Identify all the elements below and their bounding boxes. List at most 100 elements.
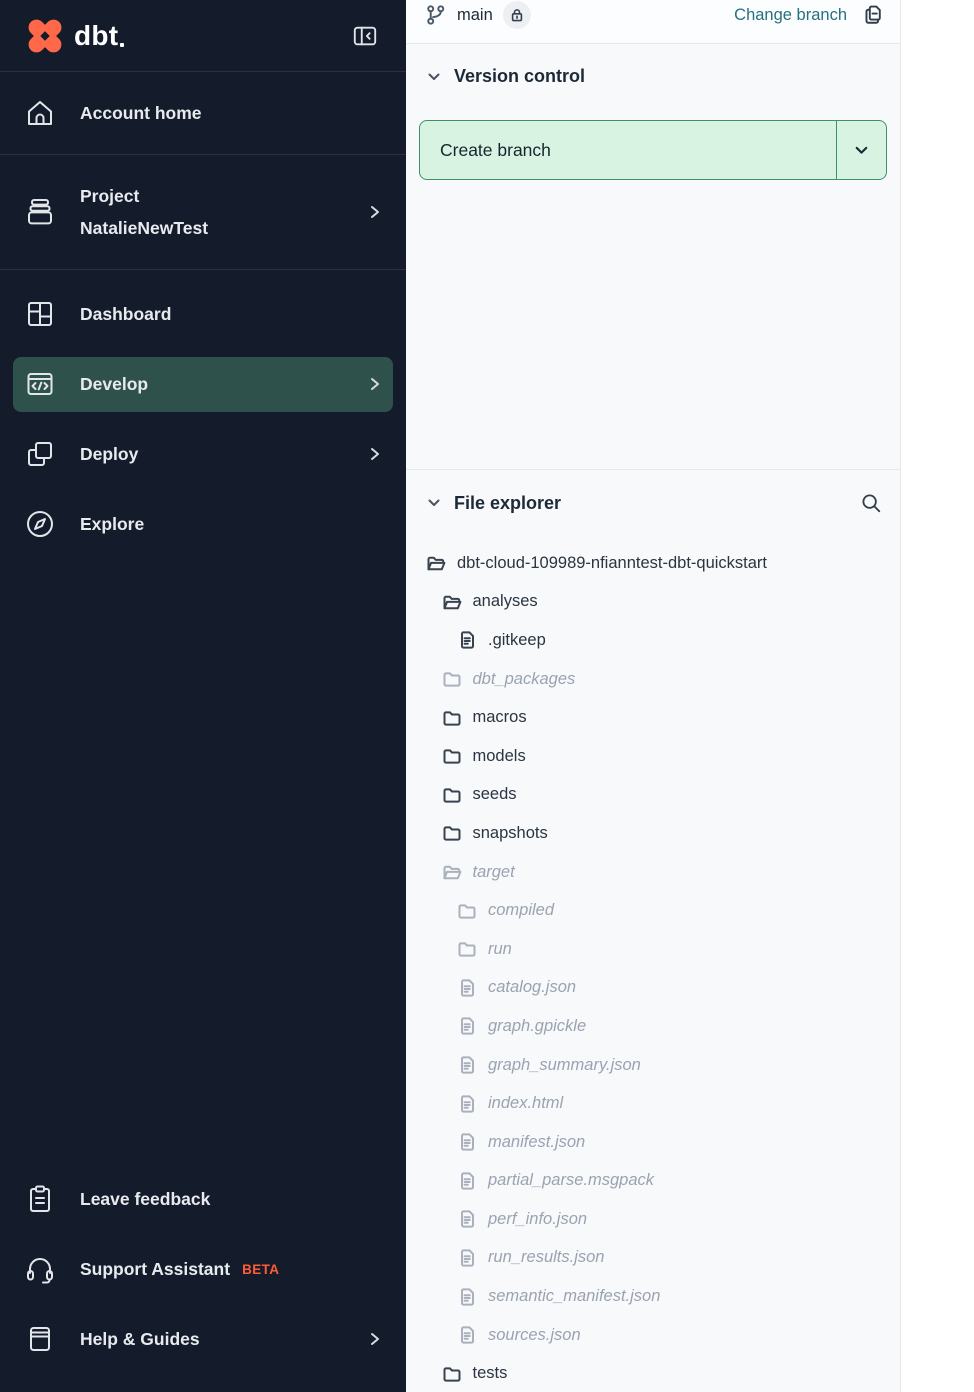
file-explorer-title: File explorer [454,493,561,514]
file-icon [457,1094,477,1114]
deploy-icon [24,438,56,470]
tree-item-label: semantic_manifest.json [488,1287,660,1306]
tree-item-label: tests [473,1364,508,1383]
folder-item-tests[interactable]: tests [406,1354,900,1392]
file-item-run-results-json[interactable]: run_results.json [406,1239,900,1278]
tree-item-label: perf_info.json [488,1210,587,1229]
folder-item-compiled[interactable]: compiled [406,891,900,930]
create-branch-label[interactable]: Create branch [420,121,836,179]
sidebar-footer-nav: Leave feedback Support AssistantBETAHelp … [0,1164,406,1392]
sidebar-item-leave-feedback[interactable]: Leave feedback [0,1164,406,1234]
file-icon [457,1171,477,1191]
folder-item-models[interactable]: models [406,737,900,776]
folder-item-snapshots[interactable]: snapshots [406,814,900,853]
editor-area [901,0,974,1392]
explore-icon [24,508,56,540]
folder-item-macros[interactable]: macros [406,698,900,737]
file-item-partial-parse-msgpack[interactable]: partial_parse.msgpack [406,1162,900,1201]
dbt-logo[interactable]: dbt [24,15,124,57]
file-icon [457,1287,477,1307]
search-icon[interactable] [860,492,882,514]
chevron-down-icon[interactable] [426,495,442,511]
sidebar-spacer [0,559,406,1164]
branch-lock-badge [503,1,531,29]
dbt-logo-text: dbt [74,15,118,57]
chevron-right-icon [368,445,382,463]
tree-item-label: compiled [488,901,554,920]
git-branch-icon [424,0,447,30]
chevron-right-icon [368,203,382,221]
file-item-gitkeep[interactable]: .gitkeep [406,621,900,660]
folder-item-dbt-packages[interactable]: dbt_packages [406,660,900,699]
folder-open-icon [426,553,446,573]
sidebar-item-deploy[interactable]: Deploy [0,419,406,489]
dbt-logo-icon [24,15,66,57]
support-icon [24,1253,56,1285]
sidebar-item-develop[interactable]: Develop [13,357,393,412]
chevron-down-icon [853,142,870,159]
folder-icon [442,823,462,843]
file-item-graph-summary-json[interactable]: graph_summary.json [406,1046,900,1085]
tree-item-label: .gitkeep [488,631,546,650]
file-item-sources-json[interactable]: sources.json [406,1316,900,1355]
sidebar-menu-nav: Dashboard Develop Deploy Explore [0,270,406,559]
sidebar-item-project[interactable]: ProjectNatalieNewTest [0,155,406,270]
tree-item-label: graph.gpickle [488,1017,586,1036]
file-item-index-html[interactable]: index.html [406,1084,900,1123]
tree-item-label: dbt-cloud-109989-nfianntest-dbt-quicksta… [457,554,767,573]
create-branch-button[interactable]: Create branch [419,120,887,180]
file-icon [457,1055,477,1075]
dbt-logo-period [120,43,124,47]
lock-icon [509,7,525,23]
chevron-down-icon[interactable] [426,69,442,85]
file-explorer-section: File explorer dbt-cloud-109989-nfianntes… [406,470,900,1392]
file-icon [457,978,477,998]
sidebar-item-explore[interactable]: Explore [0,489,406,559]
change-branch-link[interactable]: Change branch [734,0,847,30]
file-item-catalog-json[interactable]: catalog.json [406,969,900,1008]
version-control-header[interactable]: Version control [426,66,882,87]
feedback-icon [24,1183,56,1215]
tree-item-label: index.html [488,1094,563,1113]
sidebar-item-help-guides[interactable]: Help & Guides [0,1304,406,1374]
sidebar: dbt Account home ProjectNatalieNewTest Da… [0,0,406,1392]
sidebar-item-label: Deploy [80,438,138,470]
git-bar: main Change branch [406,0,900,44]
file-icon [457,1016,477,1036]
copy-branch-icon[interactable] [861,0,884,30]
collapse-sidebar-icon[interactable] [352,23,378,49]
file-icon [457,1248,477,1268]
tree-item-label: seeds [473,785,517,804]
file-item-manifest-json[interactable]: manifest.json [406,1123,900,1162]
folder-item-seeds[interactable]: seeds [406,776,900,815]
folder-item-analyses[interactable]: analyses [406,583,900,622]
create-branch-dropdown[interactable] [836,121,886,179]
sidebar-item-label: Account home [80,97,202,129]
side-panel: main Change branch Version control Creat… [406,0,901,1392]
folder-icon [442,746,462,766]
file-item-semantic-manifest-json[interactable]: semantic_manifest.json [406,1277,900,1316]
folder-open-icon [442,862,462,882]
sidebar-item-label: Develop [80,368,148,400]
file-item-perf-info-json[interactable]: perf_info.json [406,1200,900,1239]
tree-item-label: manifest.json [488,1133,585,1152]
folder-icon [457,939,477,959]
sidebar-item-support-assistant[interactable]: Support AssistantBETA [0,1234,406,1304]
folder-icon [442,1364,462,1384]
chevron-right-icon [368,375,382,393]
folder-item-dbt-cloud-109989-nfianntest-dbt-quickstart[interactable]: dbt-cloud-109989-nfianntest-dbt-quicksta… [406,544,900,583]
sidebar-item-label: Leave feedback [80,1183,210,1215]
tree-item-label: partial_parse.msgpack [488,1171,654,1190]
project-icon [24,196,56,228]
home-icon [24,97,56,129]
file-icon [457,1325,477,1345]
beta-badge: BETA [242,1262,279,1277]
file-item-graph-gpickle[interactable]: graph.gpickle [406,1007,900,1046]
sidebar-item-account-home[interactable]: Account home [0,72,406,155]
folder-item-run[interactable]: run [406,930,900,969]
tree-item-label: dbt_packages [473,670,576,689]
tree-item-label: snapshots [473,824,548,843]
folder-item-target[interactable]: target [406,853,900,892]
file-explorer-header[interactable]: File explorer [426,492,882,514]
sidebar-item-dashboard[interactable]: Dashboard [0,279,406,349]
